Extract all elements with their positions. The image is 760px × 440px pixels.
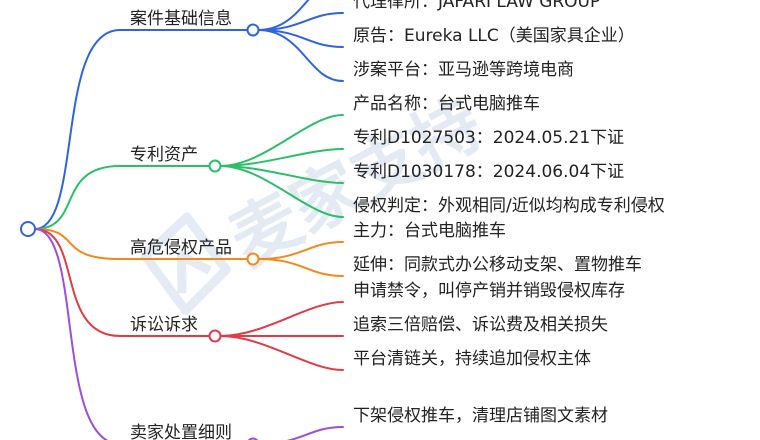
leaf-label: 延伸：同款式办公移动支架、置物推车 <box>353 255 642 275</box>
leaf-label: 追索三倍赔偿、诉讼费及相关损失 <box>353 315 608 335</box>
mindmap-canvas: 麦家支持 案件基础信息管辖：美国加州中区联邦法院代理律所：JAFARI LAW … <box>20 0 665 440</box>
leaf-label: 原告：Eureka LLC（美国家具企业） <box>353 26 635 46</box>
branch-node <box>208 159 222 173</box>
leaf-label: 代理律所：JAFARI LAW GROUP <box>353 0 600 12</box>
branch-connector <box>34 29 248 230</box>
branch-node <box>208 329 222 343</box>
branch-label: 诉讼诉求 <box>130 315 198 335</box>
branch-node <box>246 23 260 37</box>
leaf-label: 侵权判定：外观相同/近似均构成专利侵权 <box>353 196 665 216</box>
leaf-label: 下架侵权推车，清理店铺图文素材 <box>353 406 608 426</box>
branch-node <box>246 252 260 266</box>
leaf-connector <box>257 0 310 31</box>
root-node <box>20 221 36 237</box>
leaf-label: 申请禁令，叫停产销并销毁侵权库存 <box>353 281 625 301</box>
leaf-connector <box>219 335 344 371</box>
leaf-connector <box>219 301 344 337</box>
leaf-label: 专利D1030178：2024.06.04下证 <box>353 162 624 182</box>
leaf-label: 产品名称：台式电脑推车 <box>353 94 540 114</box>
leaf-label: 专利D1027503：2024.05.21下证 <box>353 128 624 148</box>
leaf-label: 涉案平台：亚马逊等跨境电商 <box>353 60 574 80</box>
branch-label: 专利资产 <box>130 145 198 165</box>
leaf-label: 主力：台式电脑推车 <box>353 221 506 241</box>
branch-label: 案件基础信息 <box>130 9 232 29</box>
watermark-logo-icon <box>140 212 231 316</box>
leaf-connector <box>286 426 344 440</box>
leaf-label: 平台清链关，持续追加侵权主体 <box>353 349 591 369</box>
branch-label: 高危侵权产品 <box>130 238 232 258</box>
branch-label: 卖家处置细则 <box>130 423 232 440</box>
